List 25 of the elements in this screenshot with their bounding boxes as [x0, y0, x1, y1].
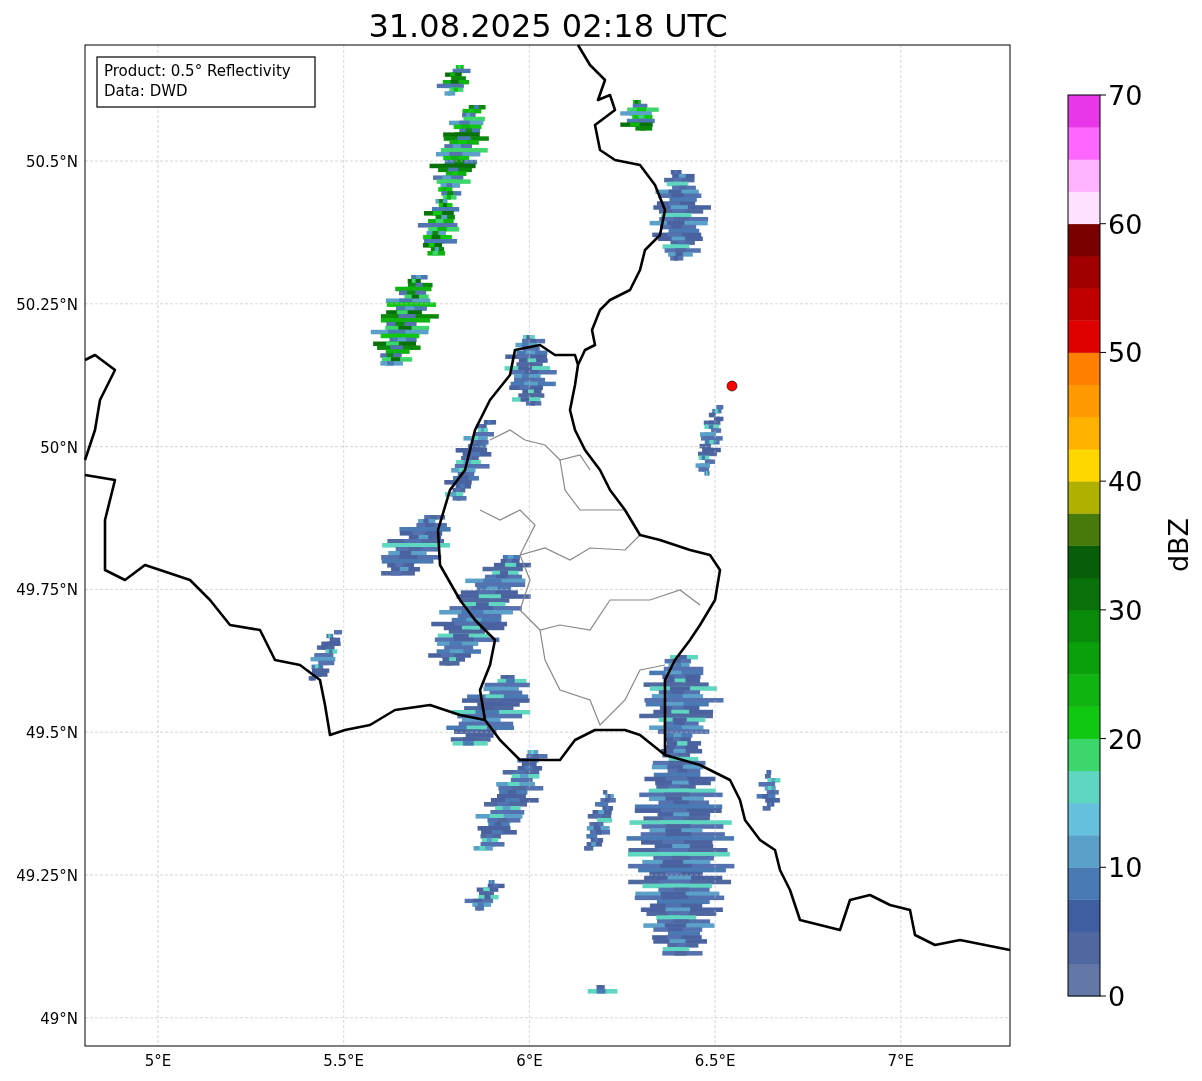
latitude-label: 50°N — [40, 438, 78, 457]
latitude-label: 49.25°N — [16, 867, 78, 885]
longitude-label: 5°E — [144, 1052, 172, 1070]
colorbar-tick-label: 60 — [1108, 208, 1143, 240]
latitude-label: 49.5°N — [25, 724, 78, 743]
colorbar-tick-label: 40 — [1108, 466, 1143, 498]
colorbar-tick-label: 0 — [1108, 981, 1126, 1012]
latitude-label: 50.25°N — [16, 295, 78, 314]
latitude-label: 49.75°N — [16, 581, 78, 600]
longitude-label: 5.5°E — [323, 1052, 365, 1070]
legend-text: Data: DWD — [104, 82, 188, 100]
colorbar-tick-label: 10 — [1108, 852, 1143, 884]
longitude-label: 7°E — [887, 1052, 915, 1070]
longitude-label: 6°E — [516, 1052, 543, 1070]
location-marker — [726, 380, 738, 392]
chart-title: 31.08.2025 02:18 UTC — [368, 7, 728, 45]
longitude-label: 6.5°E — [694, 1052, 736, 1070]
latitude-label: 50.5°N — [25, 153, 78, 171]
legend-text: Product: 0.5° Reflectivity — [104, 62, 291, 80]
colorbar-tick-label: 20 — [1108, 723, 1143, 755]
colorbar-tick-label: 50 — [1108, 337, 1143, 369]
colorbar-tick-label: 30 — [1108, 594, 1143, 626]
latitude-label: 49°N — [40, 1009, 78, 1028]
colorbar-label: dBZ — [1163, 517, 1194, 573]
colorbar-tick-label: 70 — [1108, 80, 1143, 111]
